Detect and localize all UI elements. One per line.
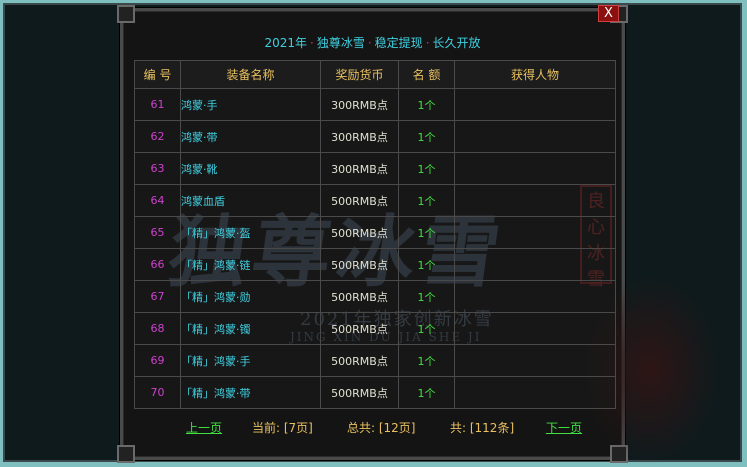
column-header-number: 编 号	[134, 60, 181, 89]
row-quota: 1个	[398, 216, 455, 249]
row-number: 64	[134, 184, 181, 217]
total-items-text: 共: [112条]	[450, 421, 515, 435]
prev-page-link[interactable]: 上一页	[186, 419, 222, 436]
row-winner	[454, 312, 616, 345]
table-row: 64 鸿蒙血盾 500RMB点 1个	[134, 184, 616, 217]
row-reward: 500RMB点	[320, 216, 399, 249]
row-winner	[454, 344, 616, 377]
row-number: 66	[134, 248, 181, 281]
header-tagline: 长久开放	[432, 36, 481, 50]
row-item-name: 鸿蒙·靴	[180, 152, 321, 185]
table-row: 67 「精」鸿蒙·勋 500RMB点 1个	[134, 280, 616, 313]
row-winner	[454, 248, 616, 281]
header-year: 2021年	[264, 36, 307, 50]
frame-corner	[117, 5, 135, 23]
row-reward: 500RMB点	[320, 280, 399, 313]
row-number: 69	[134, 344, 181, 377]
table-row: 62 鸿蒙·带 300RMB点 1个	[134, 120, 616, 153]
row-reward: 500RMB点	[320, 344, 399, 377]
row-item-name: 「精」鸿蒙·带	[180, 376, 321, 409]
row-quota: 1个	[398, 152, 455, 185]
row-number: 62	[134, 120, 181, 153]
header-separator: ·	[310, 36, 314, 50]
row-item-name: 鸿蒙·带	[180, 120, 321, 153]
total-pages-text: 总共: [12页]	[347, 421, 416, 435]
frame-corner	[610, 445, 628, 463]
row-winner	[454, 216, 616, 249]
row-item-name: 「精」鸿蒙·手	[180, 344, 321, 377]
row-winner	[454, 152, 616, 185]
close-button[interactable]: X	[598, 5, 619, 22]
table-row: 63 鸿蒙·靴 300RMB点 1个	[134, 152, 616, 185]
row-number: 65	[134, 216, 181, 249]
row-reward: 300RMB点	[320, 88, 399, 121]
column-header-item-name: 装备名称	[180, 60, 321, 89]
column-header-winner: 获得人物	[454, 60, 616, 89]
table-row: 61 鸿蒙·手 300RMB点 1个	[134, 88, 616, 121]
row-quota: 1个	[398, 344, 455, 377]
row-number: 61	[134, 88, 181, 121]
row-winner	[454, 120, 616, 153]
row-item-name: 「精」鸿蒙·勋	[180, 280, 321, 313]
row-winner	[454, 280, 616, 313]
row-reward: 500RMB点	[320, 376, 399, 409]
row-quota: 1个	[398, 312, 455, 345]
row-quota: 1个	[398, 280, 455, 313]
pagination-bar: 上一页 当前: [7页] 总共: [12页] 共: [112条] 下一页	[134, 413, 615, 441]
row-winner	[454, 184, 616, 217]
table-row: 69 「精」鸿蒙·手 500RMB点 1个	[134, 344, 616, 377]
row-item-name: 「精」鸿蒙·镯	[180, 312, 321, 345]
row-winner	[454, 376, 616, 409]
header-tagline: 稳定提现	[374, 36, 423, 50]
row-quota: 1个	[398, 376, 455, 409]
row-reward: 300RMB点	[320, 152, 399, 185]
row-reward: 300RMB点	[320, 120, 399, 153]
row-item-name: 「精」鸿蒙·链	[180, 248, 321, 281]
row-number: 63	[134, 152, 181, 185]
row-reward: 500RMB点	[320, 248, 399, 281]
row-quota: 1个	[398, 184, 455, 217]
header-separator: ·	[425, 36, 430, 50]
table-header-row: 编 号 装备名称 奖励货币 名 额 获得人物	[134, 60, 616, 89]
table-row: 68 「精」鸿蒙·镯 500RMB点 1个	[134, 312, 616, 345]
row-number: 67	[134, 280, 181, 313]
row-item-name: 鸿蒙血盾	[180, 184, 321, 217]
row-winner	[454, 88, 616, 121]
header-separator: ·	[367, 36, 372, 50]
table-row: 70 「精」鸿蒙·带 500RMB点 1个	[134, 376, 616, 409]
frame-corner	[117, 445, 135, 463]
row-number: 70	[134, 376, 181, 409]
row-reward: 500RMB点	[320, 312, 399, 345]
column-header-reward: 奖励货币	[320, 60, 399, 89]
panel-header: 2021年 · 独尊冰雪 · 稳定提现 · 长久开放	[120, 34, 625, 51]
current-page-text: 当前: [7页]	[252, 421, 313, 435]
column-header-quota: 名 额	[398, 60, 455, 89]
next-page-link[interactable]: 下一页	[546, 419, 582, 436]
row-quota: 1个	[398, 88, 455, 121]
row-quota: 1个	[398, 248, 455, 281]
row-item-name: 鸿蒙·手	[180, 88, 321, 121]
table-row: 66 「精」鸿蒙·链 500RMB点 1个	[134, 248, 616, 281]
table-row: 65 「精」鸿蒙·盔 500RMB点 1个	[134, 216, 616, 249]
row-item-name: 「精」鸿蒙·盔	[180, 216, 321, 249]
header-server: 独尊冰雪	[316, 36, 365, 50]
row-number: 68	[134, 312, 181, 345]
row-reward: 500RMB点	[320, 184, 399, 217]
row-quota: 1个	[398, 120, 455, 153]
reward-table: 编 号 装备名称 奖励货币 名 额 获得人物 61 鸿蒙·手 300RMB点 1个 62…	[134, 60, 616, 409]
